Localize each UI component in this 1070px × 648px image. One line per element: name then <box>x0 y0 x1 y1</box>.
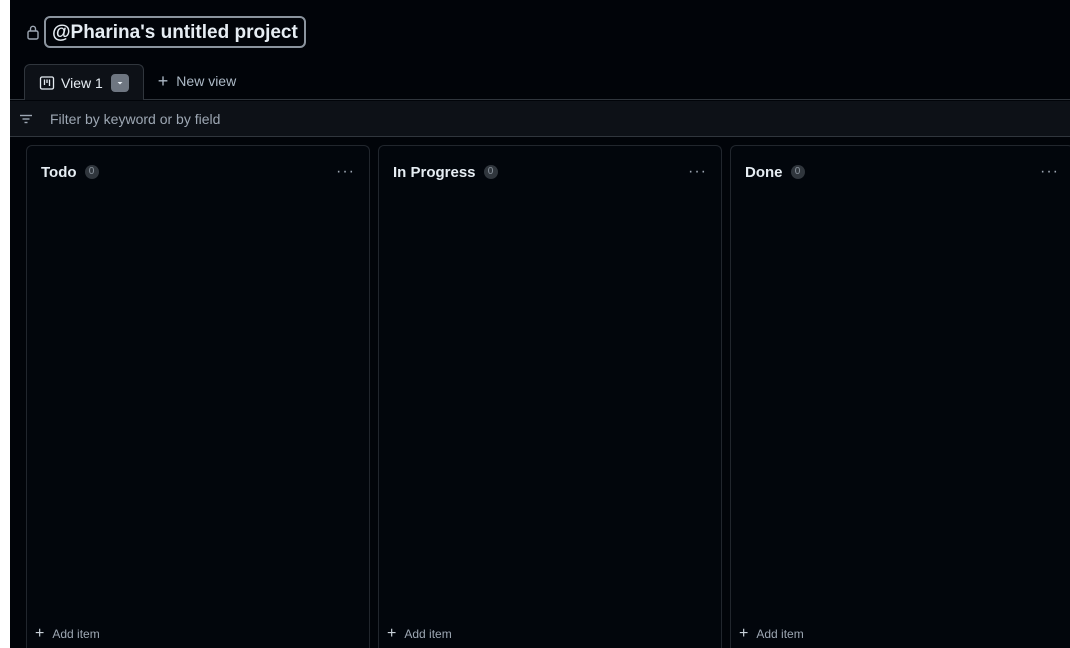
add-item-label: Add item <box>52 627 100 641</box>
view-tab-bar: View 1 + New view <box>10 64 1070 100</box>
add-item-label: Add item <box>404 627 452 641</box>
project-board-app: @Pharina's untitled project View 1 + New <box>0 0 1070 648</box>
count-badge: 0 <box>483 165 498 179</box>
project-title-row: @Pharina's untitled project <box>26 16 306 48</box>
column-title: In Progress <box>393 163 476 181</box>
project-title[interactable]: @Pharina's untitled project <box>44 16 306 48</box>
filter-bar[interactable]: Filter by keyword or by field <box>10 101 1070 137</box>
count-badge: 0 <box>790 165 805 179</box>
plus-icon: + <box>157 71 169 91</box>
chevron-down-icon[interactable] <box>110 73 129 92</box>
column-header: In Progress 0 ··· <box>379 146 721 198</box>
filter-icon <box>18 111 34 127</box>
column-title: Todo <box>41 163 77 181</box>
new-view-button[interactable]: + New view <box>144 63 236 99</box>
add-item-button[interactable]: + Add item <box>387 626 452 642</box>
column-header: Todo 0 ··· <box>27 146 369 198</box>
add-item-button[interactable]: + Add item <box>739 626 804 642</box>
lock-icon <box>26 24 40 40</box>
column-menu-button[interactable]: ··· <box>1040 163 1059 181</box>
board-icon <box>39 75 55 91</box>
tab-label: View 1 <box>61 74 103 91</box>
column-menu-button[interactable]: ··· <box>688 163 707 181</box>
count-badge: 0 <box>84 165 99 179</box>
add-item-button[interactable]: + Add item <box>35 626 100 642</box>
new-view-label: New view <box>176 73 237 89</box>
column-header: Done 0 ··· <box>731 146 1070 198</box>
column-title: Done <box>745 163 783 181</box>
plus-icon: + <box>739 625 749 642</box>
plus-icon: + <box>35 625 45 642</box>
column-in-progress: In Progress 0 ··· + Add item <box>378 145 722 648</box>
column-todo: Todo 0 ··· + Add item <box>26 145 370 648</box>
column-menu-button[interactable]: ··· <box>336 163 355 181</box>
tab-view-1[interactable]: View 1 <box>24 64 144 100</box>
plus-icon: + <box>387 625 397 642</box>
board: Todo 0 ··· + Add item In Progress 0 ··· … <box>26 145 1070 648</box>
column-done: Done 0 ··· + Add item <box>730 145 1070 648</box>
filter-input[interactable]: Filter by keyword or by field <box>50 111 220 127</box>
add-item-label: Add item <box>756 627 804 641</box>
